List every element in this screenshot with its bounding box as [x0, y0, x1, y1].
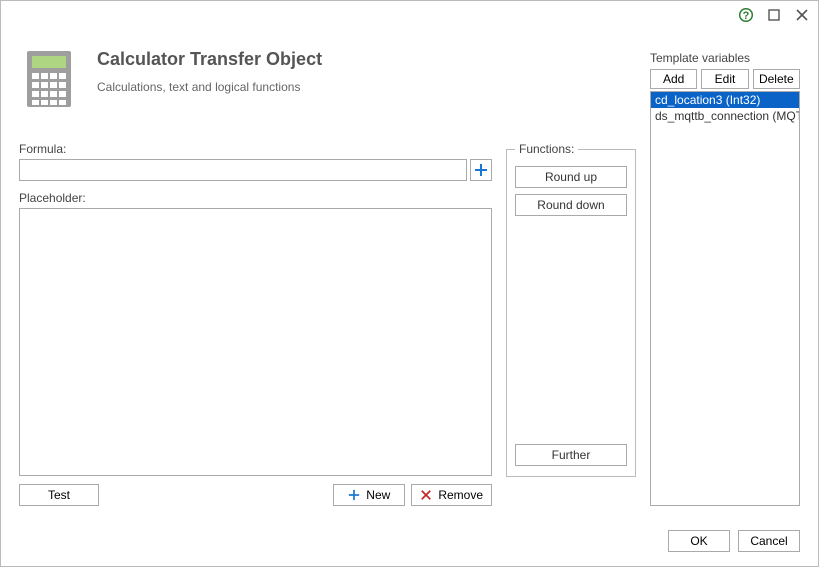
plus-icon [348, 489, 360, 501]
maximize-icon[interactable] [766, 7, 782, 23]
template-variables-buttons: Add Edit Delete [650, 69, 800, 89]
main-panel: Calculator Transfer Object Calculations,… [19, 29, 636, 506]
formula-label: Formula: [19, 142, 492, 156]
dialog-content: Calculator Transfer Object Calculations,… [1, 29, 818, 520]
form-button-group: New Remove [333, 484, 492, 506]
calculator-icon [25, 49, 73, 112]
plus-icon [474, 163, 488, 177]
template-variables-list[interactable]: cd_location3 (Int32)ds_mqttb_connection … [650, 91, 800, 506]
tv-delete-button[interactable]: Delete [753, 69, 800, 89]
round-down-button[interactable]: Round down [515, 194, 627, 216]
ok-button[interactable]: OK [668, 530, 730, 552]
test-button[interactable]: Test [19, 484, 99, 506]
formula-input[interactable] [19, 159, 467, 181]
placeholder-label: Placeholder: [19, 191, 492, 205]
further-button[interactable]: Further [515, 444, 627, 466]
form-column: Formula: Placeholder: Test [19, 142, 492, 506]
svg-text:?: ? [743, 10, 750, 22]
template-variables-panel: Template variables Add Edit Delete cd_lo… [650, 29, 800, 506]
new-button-label: New [366, 488, 390, 502]
dialog-footer: OK Cancel [1, 520, 818, 566]
functions-column: Functions: Round up Round down Further [506, 142, 636, 506]
page-subtitle: Calculations, text and logical functions [97, 80, 322, 94]
template-variable-item[interactable]: cd_location3 (Int32) [651, 92, 799, 108]
new-button[interactable]: New [333, 484, 405, 506]
template-variable-item[interactable]: ds_mqttb_connection (MQTT) [651, 108, 799, 124]
header: Calculator Transfer Object Calculations,… [19, 29, 636, 142]
remove-button[interactable]: Remove [411, 484, 492, 506]
titlebar: ? [1, 1, 818, 29]
tv-add-button[interactable]: Add [650, 69, 697, 89]
tv-edit-button[interactable]: Edit [701, 69, 748, 89]
form-button-row: Test New [19, 484, 492, 506]
close-icon[interactable] [794, 7, 810, 23]
round-up-button[interactable]: Round up [515, 166, 627, 188]
x-icon [420, 489, 432, 501]
page-title: Calculator Transfer Object [97, 49, 322, 70]
cancel-button[interactable]: Cancel [738, 530, 800, 552]
formula-row [19, 159, 492, 181]
remove-button-label: Remove [438, 488, 483, 502]
heading-block: Calculator Transfer Object Calculations,… [97, 49, 322, 94]
formula-add-button[interactable] [470, 159, 492, 181]
placeholder-textarea[interactable] [19, 208, 492, 476]
body-columns: Formula: Placeholder: Test [19, 142, 636, 506]
functions-legend: Functions: [515, 142, 578, 156]
template-variables-label: Template variables [650, 51, 800, 65]
help-icon[interactable]: ? [738, 7, 754, 23]
functions-fieldset: Functions: Round up Round down Further [506, 142, 636, 477]
dialog-window: ? [0, 0, 819, 567]
